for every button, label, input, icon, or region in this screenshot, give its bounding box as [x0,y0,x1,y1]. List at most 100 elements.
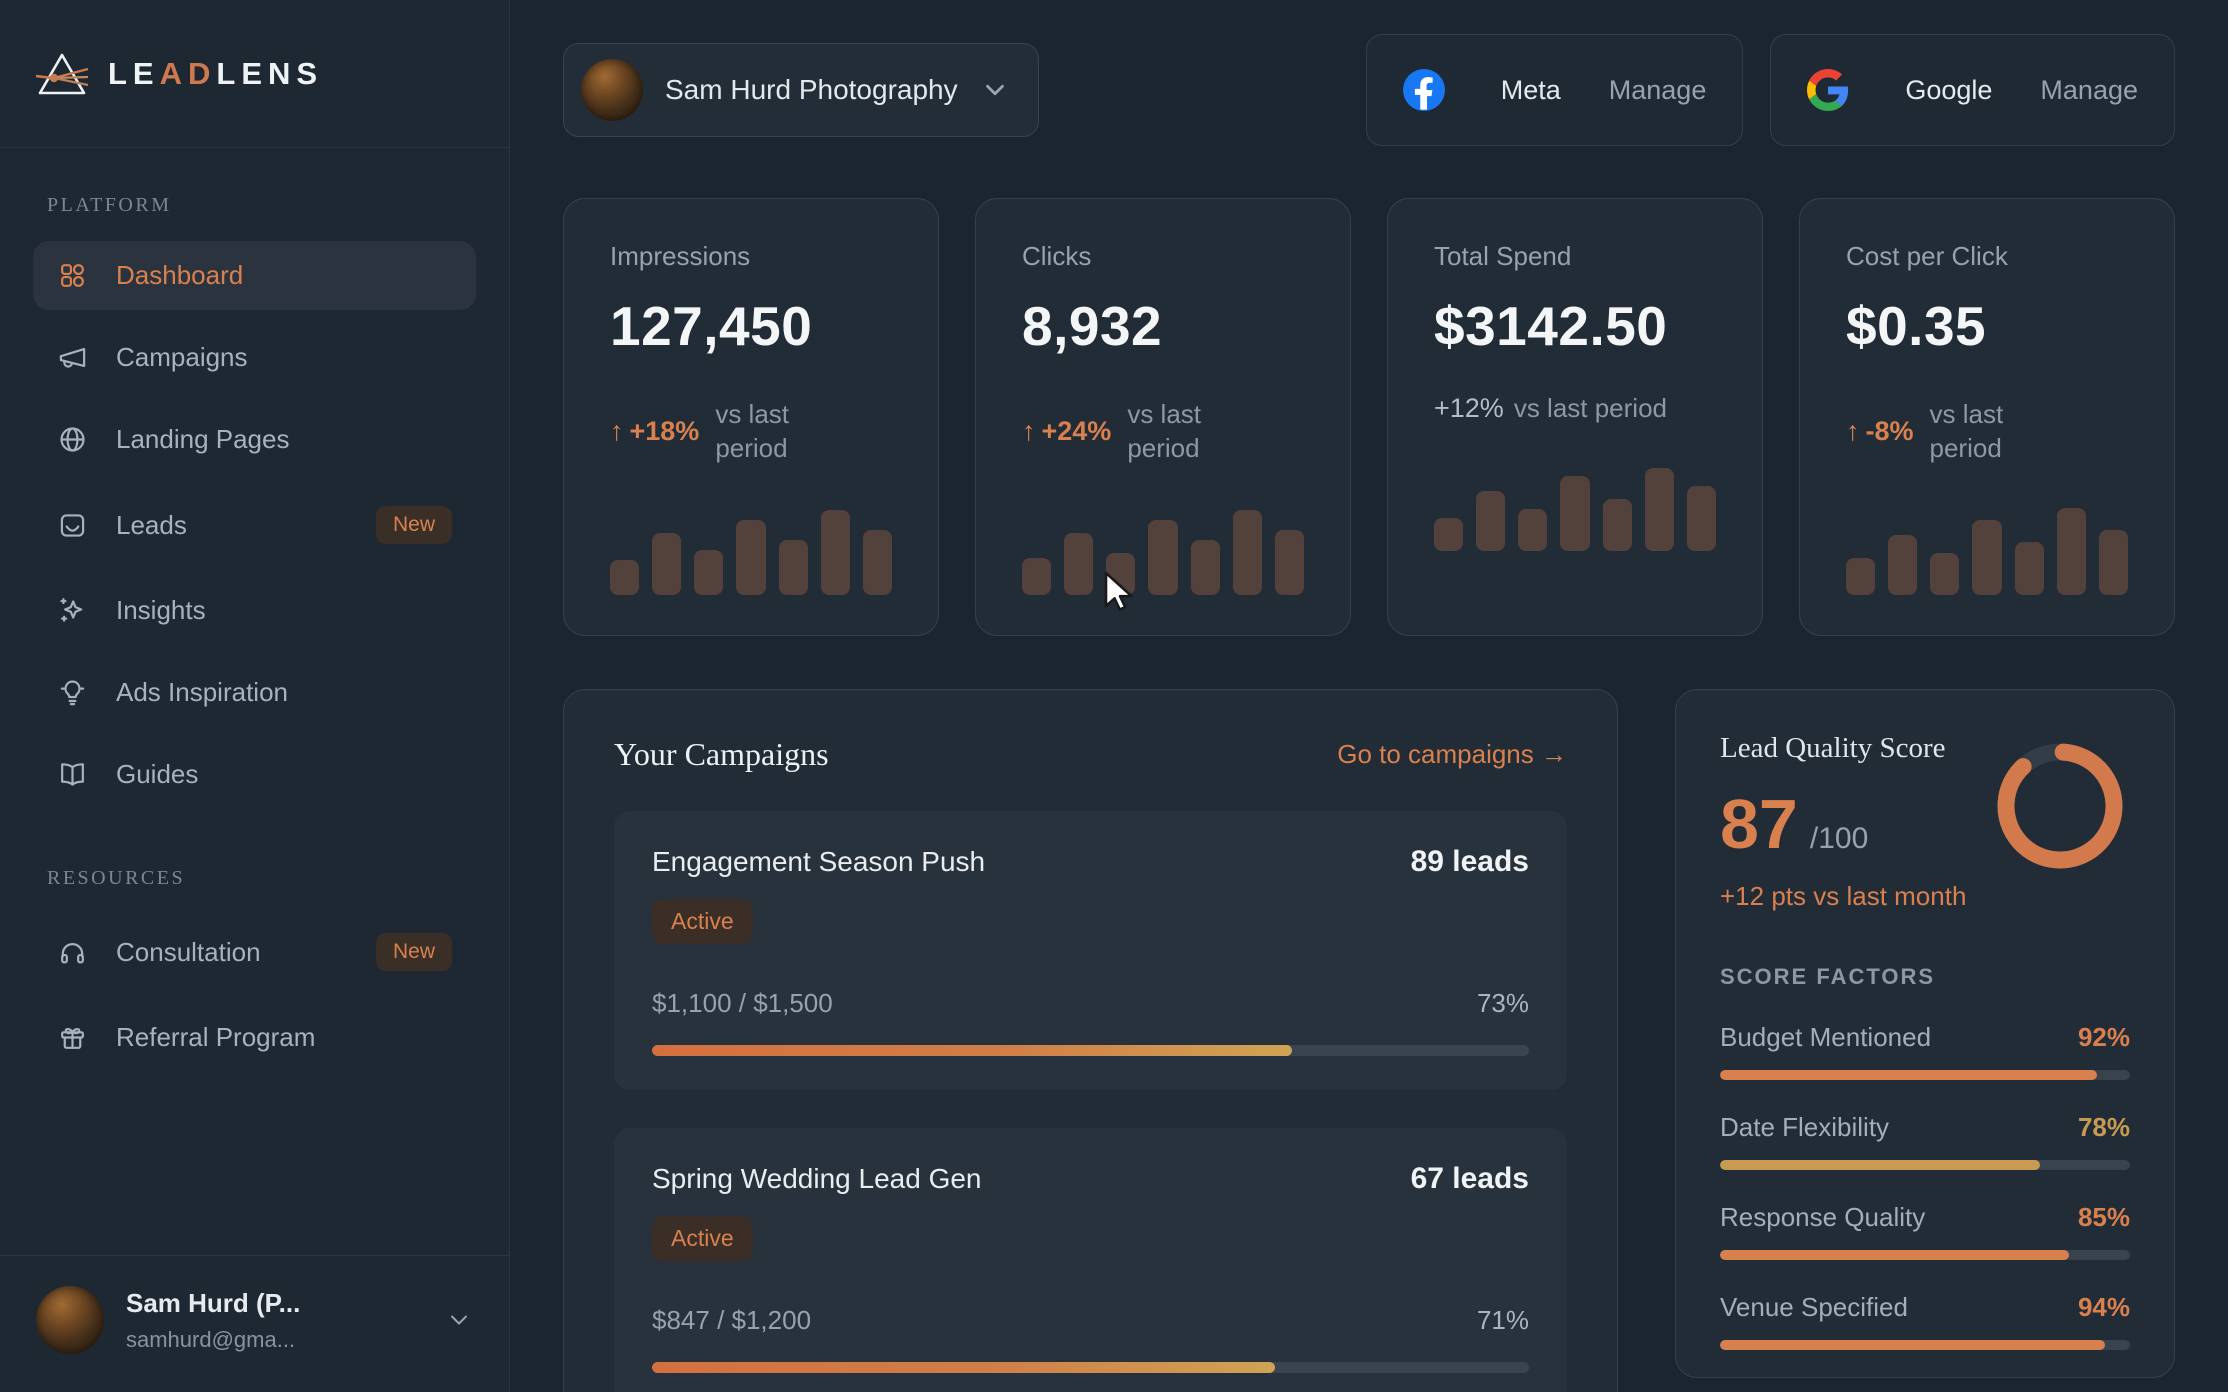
sidebar-user-menu[interactable]: Sam Hurd (P... samhurd@gma... [0,1255,509,1392]
mini-bar [1275,530,1304,595]
stat-delta: ↑+18% [610,416,699,447]
sidebar-item-campaigns[interactable]: Campaigns [33,323,476,392]
sidebar-item-guides[interactable]: Guides [33,740,476,809]
mini-bar [1233,510,1262,595]
sidebar-item-label: Ads Inspiration [116,677,288,708]
sidebar-item-dashboard[interactable]: Dashboard [33,241,476,310]
facebook-icon [1403,69,1445,111]
factor-progress-bar [1720,1250,2130,1260]
sidebar-item-insights[interactable]: Insights [33,576,476,645]
google-icon [1807,69,1849,111]
stat-label: Impressions [610,241,892,272]
campaign-budget-row: $847 / $1,200 71% [652,1305,1529,1336]
sidebar-item-label: Guides [116,759,198,790]
sidebar-item-consultation[interactable]: Consultation New [33,914,476,990]
megaphone-icon [57,342,88,373]
mini-bar [1476,491,1505,551]
arrow-up-icon: ↑ [1846,416,1860,446]
campaign-leads: 89 leads [1411,845,1529,879]
campaign-progress-fill [652,1045,1292,1056]
status-badge: Active [652,899,753,944]
stat-label: Clicks [1022,241,1304,272]
mini-bar [1930,553,1959,595]
campaigns-header: Your Campaigns Go to campaigns → [614,736,1567,773]
chevron-down-icon [980,75,1010,105]
sidebar-item-landing-pages[interactable]: Landing Pages [33,405,476,474]
stats-row: Impressions 127,450 ↑+18% vs last period… [563,198,2175,636]
mini-bar [821,510,850,595]
connections: Meta Manage Google Manage [1366,34,2175,146]
lead-quality-top: Lead Quality Score 87 /100 +12 pts vs la… [1720,732,2130,912]
stat-delta-row: ↑+18% vs last period [610,398,892,466]
sidebar-item-label: Leads [116,510,187,541]
factor-progress-fill [1720,1340,2105,1350]
campaign-progress-bar [652,1045,1529,1056]
score-row: 87 /100 [1720,789,1966,859]
campaign-top-row: Spring Wedding Lead Gen 67 leads [652,1162,1529,1196]
mini-bar-chart [1846,505,2128,595]
headphones-icon [57,937,88,968]
stat-vs-label: vs last period [1930,398,2050,466]
factor-label: Date Flexibility [1720,1112,1889,1143]
mini-bar-chart [610,505,892,595]
account-label: Sam Hurd Photography [665,74,958,106]
factor-progress-bar [1720,1160,2130,1170]
campaign-card[interactable]: Engagement Season Push 89 leads Active $… [614,811,1567,1090]
stat-label: Total Spend [1434,241,1716,272]
campaign-budget: $1,100 / $1,500 [652,988,833,1019]
mini-bar [779,540,808,595]
mini-bar [1846,558,1875,595]
user-email: samhurd@gma... [126,1326,300,1354]
new-badge: New [376,506,452,544]
mini-bar [610,560,639,595]
go-to-campaigns-link[interactable]: Go to campaigns → [1337,739,1567,770]
stat-value: 8,932 [1022,294,1304,358]
factor-progress-fill [1720,1250,2069,1260]
mini-bar [1434,518,1463,551]
campaigns-title: Your Campaigns [614,736,829,773]
stat-card-impressions: Impressions 127,450 ↑+18% vs last period [563,198,939,636]
grid-icon [57,260,88,291]
sidebar-item-referral-program[interactable]: Referral Program [33,1003,476,1072]
meta-status-dot [1467,83,1481,97]
prism-logo-icon [34,48,90,100]
factor-progress-fill [1720,1070,2097,1080]
stat-delta: +12% [1434,393,1504,424]
mini-bar [2057,508,2086,595]
meta-connection-card: Meta Manage [1366,34,1744,146]
factor-progress-bar [1720,1340,2130,1350]
campaign-progress-fill [652,1362,1275,1373]
sidebar-item-leads[interactable]: Leads New [33,487,476,563]
campaign-card[interactable]: Spring Wedding Lead Gen 67 leads Active … [614,1128,1567,1392]
stat-delta-row: ↑-8% vs last period [1846,398,2128,466]
nav-section-platform: PLATFORM [47,194,476,217]
campaign-top-row: Engagement Season Push 89 leads [652,845,1529,879]
lead-quality-title: Lead Quality Score [1720,732,1966,765]
stat-card-clicks: Clicks 8,932 ↑+24% vs last period [975,198,1351,636]
user-name: Sam Hurd (P... [126,1287,300,1320]
mini-bar [2015,542,2044,595]
score-donut-chart [1990,736,2130,876]
account-selector[interactable]: Sam Hurd Photography [563,43,1039,137]
provider-name: Google [1905,75,1992,106]
stat-delta: ↑+24% [1022,416,1111,447]
stat-delta: ↑-8% [1846,416,1914,447]
google-manage-button[interactable]: Manage [2040,75,2138,106]
score-delta: +12 pts vs last month [1720,881,1966,912]
sidebar-item-label: Insights [116,595,206,626]
main-content: Sam Hurd Photography Meta Manage [510,0,2228,1392]
logo-wordmark: LEADLENS [108,56,323,92]
campaign-budget-row: $1,100 / $1,500 73% [652,988,1529,1019]
meta-manage-button[interactable]: Manage [1609,75,1707,106]
mini-bar [1687,486,1716,551]
score-max: /100 [1810,822,1868,856]
mini-bar [736,520,765,595]
sparkles-icon [57,595,88,626]
score-factor: Date Flexibility 78% [1720,1112,2130,1170]
mini-bar [1560,476,1589,551]
arrow-up-icon: ↑ [1022,416,1036,446]
factor-progress-bar [1720,1070,2130,1080]
mini-bar [1603,499,1632,551]
sidebar-item-ads-inspiration[interactable]: Ads Inspiration [33,658,476,727]
mini-bar [1022,558,1051,595]
